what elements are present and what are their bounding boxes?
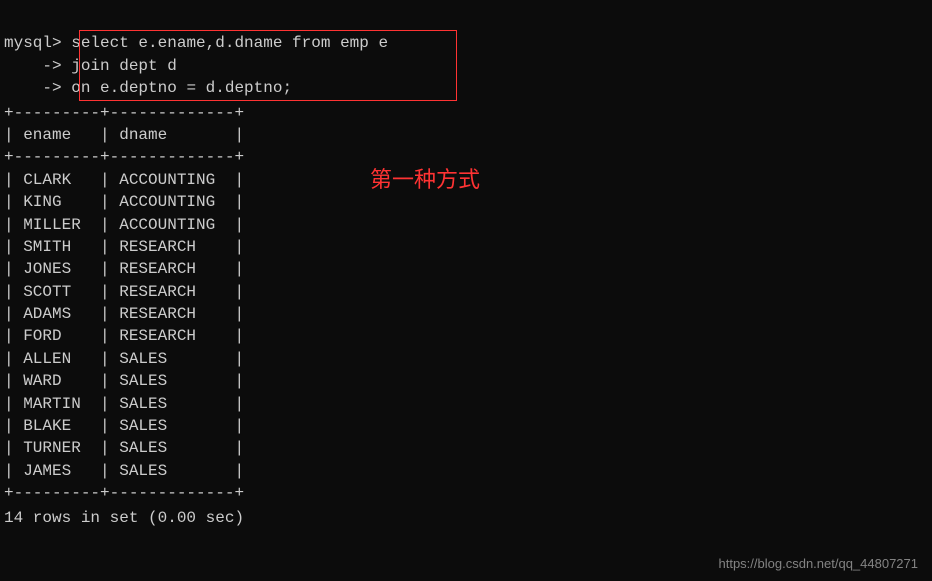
sql-text-2: join dept d bbox=[71, 57, 177, 75]
mysql-prompt: mysql> bbox=[4, 34, 62, 52]
sql-line-3: -> on e.deptno = d.deptno; bbox=[4, 77, 928, 99]
sql-line-1: mysql> select e.ename,d.dname from emp e bbox=[4, 32, 928, 54]
sql-text-1: select e.ename,d.dname from emp e bbox=[71, 34, 388, 52]
watermark: https://blog.csdn.net/qq_44807271 bbox=[719, 556, 919, 571]
sql-text-3: on e.deptno = d.deptno; bbox=[71, 79, 292, 97]
terminal-output: mysql> select e.ename,d.dname from emp e… bbox=[0, 0, 932, 533]
continuation-prompt: -> bbox=[4, 57, 62, 75]
result-footer: 14 rows in set (0.00 sec) bbox=[4, 507, 928, 529]
sql-query-block: mysql> select e.ename,d.dname from emp e… bbox=[4, 32, 928, 99]
continuation-prompt: -> bbox=[4, 79, 62, 97]
sql-line-2: -> join dept d bbox=[4, 55, 928, 77]
annotation-label: 第一种方式 bbox=[370, 162, 480, 194]
top-fragment bbox=[4, 4, 928, 26]
